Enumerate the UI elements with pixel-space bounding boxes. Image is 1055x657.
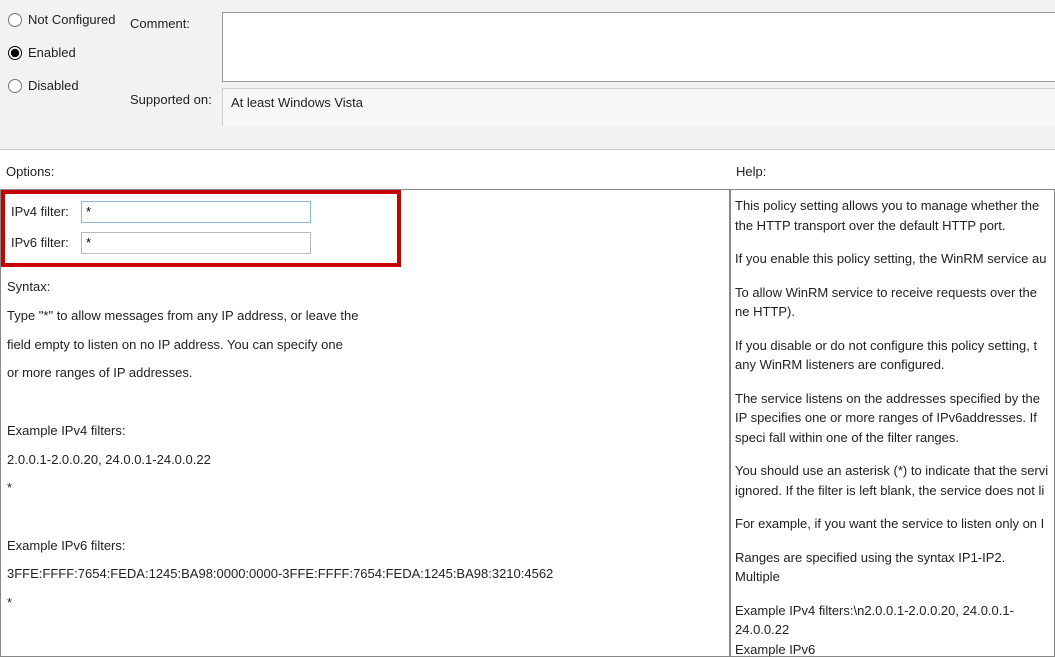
help-paragraph: This policy setting allows you to manage… [735, 196, 1050, 235]
policy-header: Not Configured Enabled Disabled Comment:… [0, 0, 1055, 150]
help-paragraph: You should use an asterisk (*) to indica… [735, 461, 1050, 500]
ipv4-filter-label: IPv4 filter: [11, 200, 81, 225]
help-section-label: Help: [730, 150, 1055, 189]
options-line [7, 505, 725, 530]
options-line: Example IPv4 filters: [7, 419, 725, 444]
radio-not-configured[interactable]: Not Configured [8, 12, 122, 27]
options-line: Syntax: [7, 275, 725, 300]
radio-not-configured-label: Not Configured [28, 12, 115, 27]
options-line: * [7, 476, 725, 501]
help-paragraph: Example IPv4 filters:\n2.0.0.1-2.0.0.20,… [735, 601, 1050, 640]
comment-row: Comment: [130, 12, 1055, 82]
help-paragraph: The service listens on the addresses spe… [735, 389, 1050, 448]
options-line: 3FFE:FFFF:7654:FEDA:1245:BA98:0000:0000-… [7, 562, 725, 587]
options-line: Type "*" to allow messages from any IP a… [7, 304, 725, 329]
help-paragraph: If you disable or do not configure this … [735, 336, 1050, 375]
supported-value: At least Windows Vista [222, 88, 1055, 126]
options-pane: Options: IPv4 filter: IPv6 filter: Synta… [0, 150, 730, 657]
help-paragraph: Example IPv6 filters:\n3FFE:FFFF:7654:FE… [735, 640, 1050, 657]
options-line: or more ranges of IP addresses. [7, 361, 725, 386]
help-pane: Help: This policy setting allows you to … [730, 150, 1055, 657]
comment-input[interactable] [222, 12, 1055, 82]
radio-enabled-label: Enabled [28, 45, 76, 60]
options-section-label: Options: [0, 150, 730, 189]
options-line [7, 390, 725, 415]
comment-label: Comment: [130, 12, 222, 31]
options-panel: IPv4 filter: IPv6 filter: Syntax: Type "… [0, 189, 730, 657]
ipv4-filter-row: IPv4 filter: [11, 200, 391, 225]
options-line: 2.0.0.1-2.0.0.20, 24.0.0.1-24.0.0.22 [7, 448, 725, 473]
options-line: Example IPv6 filters: [7, 534, 725, 559]
radio-enabled[interactable]: Enabled [8, 45, 122, 60]
help-paragraph: To allow WinRM service to receive reques… [735, 283, 1050, 322]
supported-row: Supported on: At least Windows Vista [130, 88, 1055, 126]
ipv6-filter-input[interactable] [81, 232, 311, 254]
radio-disabled-input[interactable] [8, 79, 22, 93]
radio-enabled-input[interactable] [8, 46, 22, 60]
help-paragraph: For example, if you want the service to … [735, 514, 1050, 534]
body-split: Options: IPv4 filter: IPv6 filter: Synta… [0, 150, 1055, 657]
ipv6-filter-label: IPv6 filter: [11, 231, 81, 256]
help-panel: This policy setting allows you to manage… [730, 189, 1055, 657]
options-line: * [7, 591, 725, 616]
help-paragraph: Ranges are specified using the syntax IP… [735, 548, 1050, 587]
supported-label: Supported on: [130, 88, 222, 107]
options-text-block: Syntax: Type "*" to allow messages from … [1, 267, 729, 623]
options-line: field empty to listen on no IP address. … [7, 333, 725, 358]
state-radio-group: Not Configured Enabled Disabled [0, 0, 130, 149]
ipv6-filter-row: IPv6 filter: [11, 231, 391, 256]
help-paragraph: If you enable this policy setting, the W… [735, 249, 1050, 269]
ipv4-filter-input[interactable] [81, 201, 311, 223]
meta-column: Comment: Supported on: At least Windows … [130, 0, 1055, 149]
filter-highlight-box: IPv4 filter: IPv6 filter: [1, 190, 401, 267]
radio-disabled-label: Disabled [28, 78, 79, 93]
radio-not-configured-input[interactable] [8, 13, 22, 27]
radio-disabled[interactable]: Disabled [8, 78, 122, 93]
